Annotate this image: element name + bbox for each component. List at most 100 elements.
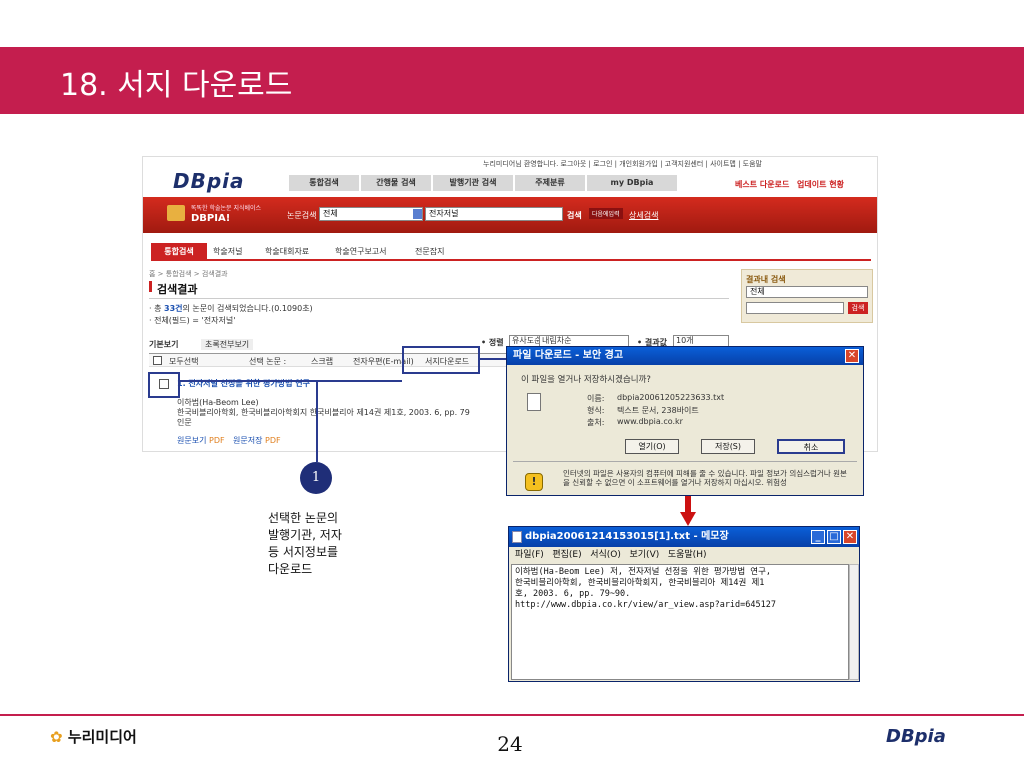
page-number: 24 — [497, 732, 523, 756]
tab-integrated[interactable]: 통합검색 — [151, 243, 207, 261]
maximize-icon[interactable]: □ — [827, 530, 841, 544]
menu-format[interactable]: 서식(O) — [590, 550, 621, 560]
nurimedia-mark-icon: ✿ — [50, 728, 63, 746]
save-label: 원문저장 — [233, 436, 263, 445]
breadcrumb[interactable]: 홈 > 통합검색 > 검색결과 — [149, 269, 228, 279]
dbpia-footer-logo: DBpia — [886, 726, 946, 747]
scrap-button[interactable]: 스크랩 — [311, 356, 333, 367]
dialog-divider — [513, 461, 857, 462]
save-fulltext-link[interactable]: 원문저장 PDF — [233, 435, 281, 446]
nav-tab-journals[interactable]: 간행물 검색 — [361, 175, 431, 191]
select-all-checkbox[interactable] — [153, 356, 162, 365]
side-search-button[interactable]: 검색 — [848, 302, 868, 314]
save-button[interactable]: 저장(S) — [701, 439, 755, 454]
selected-items-label: 선택 논문 : — [249, 357, 287, 366]
notepad-title: dbpia20061214153015[1].txt - 메모장 — [509, 527, 859, 547]
nurimedia-name: 누리미디어 — [67, 728, 137, 746]
search-in-results-button[interactable]: 다음에입력 — [589, 208, 623, 219]
banner-brand: DBPIA! — [191, 213, 231, 224]
search-input[interactable]: 전자저널 — [425, 207, 563, 221]
sub-tabs: 통합검색 학술저널 학술대회자료 학술연구보고서 전문잡지 — [151, 243, 871, 261]
notepad-text-area[interactable]: 이하범(Ha-Beom Lee) 저, 전자저널 선정을 위한 평가방법 연구,… — [511, 564, 849, 680]
notepad-window: dbpia20061214153015[1].txt - 메모장 _ □ ✕ 파… — [508, 526, 860, 682]
nav-tab-mydbpia[interactable]: my DBpia — [587, 175, 677, 191]
view-fulltext-link[interactable]: 원문보기 PDF — [177, 435, 225, 446]
file-name-label: 이름: — [587, 394, 605, 403]
tab-reports[interactable]: 학술연구보고서 — [335, 243, 387, 261]
connector-line — [178, 380, 402, 382]
save-format: PDF — [265, 436, 281, 445]
results-count: 33건 — [164, 304, 183, 313]
divider — [149, 298, 729, 299]
summary-prefix: · 총 — [149, 304, 164, 313]
side-search-input[interactable] — [746, 302, 844, 314]
minimize-icon[interactable]: _ — [811, 530, 825, 544]
menu-file[interactable]: 파일(F) — [515, 550, 544, 560]
summary-suffix: 의 논문이 검색되었습니다.(0.1090초) — [182, 304, 313, 313]
close-icon[interactable]: ✕ — [845, 349, 859, 363]
file-type-value: 텍스트 문서, 238바이트 — [617, 406, 699, 415]
banner-slogan: 똑똑한 학술논문 지식베이스 — [191, 205, 262, 212]
update-status-link[interactable]: 업데이트 현황 — [797, 179, 844, 190]
results-summary: · 총 33건의 논문이 검색되었습니다.(0.1090초) — [149, 303, 313, 314]
tab-abstract-view[interactable]: 초록전부보기 — [201, 339, 254, 350]
notepad-menubar: 파일(F) 편집(E) 서식(O) 보기(V) 도움말(H) — [509, 547, 859, 563]
checkbox-highlight — [148, 372, 180, 398]
results-filter: · 전체(필드) = '전자저널' — [149, 316, 236, 325]
menu-view[interactable]: 보기(V) — [630, 550, 660, 560]
top-links[interactable]: 누리미디어님 환영합니다. 로그아웃 | 로그인 | 개인회원가입 | 고객지원… — [483, 159, 762, 169]
notepad-icon — [512, 531, 522, 543]
tab-journals[interactable]: 학술저널 — [213, 243, 242, 261]
book-icon — [167, 205, 185, 221]
connector-to-dialog — [480, 358, 508, 360]
menu-edit[interactable]: 편집(E) — [552, 550, 581, 560]
advanced-search-link[interactable]: 상세검색 — [629, 210, 658, 221]
menu-help[interactable]: 도움말(H) — [668, 550, 707, 560]
select-all-label[interactable]: 모두선택 — [169, 356, 198, 367]
search-button[interactable]: 검색 — [567, 210, 582, 221]
file-type-label: 형식: — [587, 406, 605, 415]
nav-tab-publishers[interactable]: 발행기관 검색 — [433, 175, 513, 191]
down-arrow-icon — [680, 496, 696, 526]
file-source-value: www.dbpia.co.kr — [617, 417, 683, 426]
tab-conference[interactable]: 학술대회자료 — [265, 243, 309, 261]
file-source-label: 출처: — [587, 418, 605, 427]
side-search-scope[interactable]: 전체 — [746, 286, 868, 298]
nav-tab-integrated[interactable]: 통합검색 — [289, 175, 359, 191]
callout-text: 선택한 논문의 발행기관, 저자 등 서지정보를 다운로드 — [268, 511, 342, 576]
open-button[interactable]: 열기(O) — [625, 439, 679, 454]
item-category: 인문 — [177, 418, 192, 427]
callout-number: 1 — [300, 462, 332, 494]
dialog-title: 파일 다운로드 - 보안 경고 — [507, 347, 863, 365]
item-source: 한국비블리아학회, 한국비블리아학회지 한국비블리아 제14권 제1호, 200… — [177, 408, 470, 417]
side-search-title: 결과내 검색 — [746, 275, 786, 284]
view-format: PDF — [209, 436, 225, 445]
vertical-scrollbar[interactable] — [849, 564, 859, 680]
results-heading: 검색결과 — [157, 283, 198, 296]
text-file-icon — [527, 393, 541, 411]
close-icon[interactable]: ✕ — [843, 530, 857, 544]
tab-magazines[interactable]: 전문잡지 — [415, 243, 444, 261]
file-name-value: dbpia20061205223633.txt — [617, 393, 725, 402]
cancel-button[interactable]: 취소 — [777, 439, 845, 454]
file-download-dialog: 파일 다운로드 - 보안 경고 ✕ 이 파일을 열거나 저장하시겠습니까? 이름… — [506, 346, 864, 496]
search-label: 논문검색 — [287, 211, 317, 220]
warning-shield-icon: ! — [525, 473, 543, 491]
side-search-box: 결과내 검색 전체 검색 — [741, 269, 873, 323]
slide-title: 18. 서지 다운로드 — [60, 68, 293, 103]
search-banner: 똑똑한 학술논문 지식베이스 DBPIA! 논문검색 전체 전자저널 검색 다음… — [143, 197, 877, 233]
footer-line — [0, 714, 1024, 716]
nurimedia-logo: ✿ 누리미디어 — [50, 726, 137, 747]
view-label: 원문보기 — [177, 436, 207, 445]
chevron-down-icon[interactable] — [413, 209, 422, 219]
nav-tab-subjects[interactable]: 주제분류 — [515, 175, 585, 191]
connector-line-vertical — [316, 380, 318, 462]
dialog-warning-text: 인터넷의 파일은 사용자의 컴퓨터에 피해를 줄 수 있습니다. 파일 정보가 … — [563, 469, 847, 487]
dialog-question: 이 파일을 열거나 저장하시겠습니까? — [521, 375, 651, 385]
dbpia-logo[interactable]: DBpia — [173, 169, 245, 193]
tab-basic-view[interactable]: 기본보기 — [149, 339, 178, 350]
search-scope-select[interactable]: 전체 — [319, 207, 423, 221]
best-download-link[interactable]: 베스트 다운로드 — [735, 179, 789, 190]
export-button-highlight — [402, 346, 480, 374]
heading-marker — [149, 281, 152, 292]
